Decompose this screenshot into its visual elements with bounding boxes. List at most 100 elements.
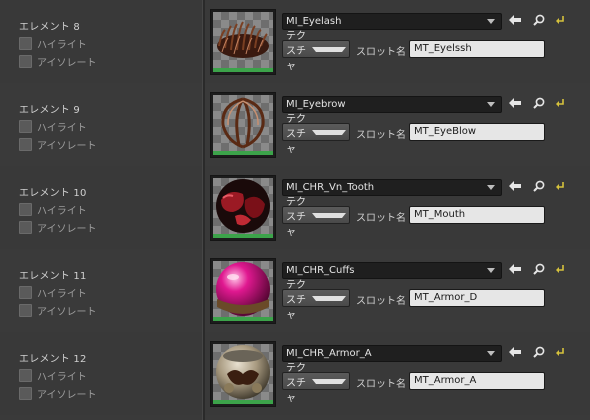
reset-to-default-button[interactable]	[553, 97, 567, 111]
material-name: MI_Eyelash	[286, 16, 342, 27]
chevron-down-icon	[487, 351, 495, 356]
material-thumbnail[interactable]	[210, 258, 276, 324]
texture-dropdown-button[interactable]: テクスチャ	[282, 280, 350, 321]
chevron-down-icon	[487, 268, 495, 273]
browse-asset-button[interactable]	[532, 346, 546, 360]
highlight-label: ハイライト	[37, 39, 87, 51]
element-properties: エレメント 9 ハイライト アイソレート	[0, 83, 202, 166]
reset-arrow-icon	[555, 347, 565, 360]
material-preview-image	[213, 261, 273, 317]
material-select[interactable]: MI_CHR_Vn_Tooth	[282, 179, 502, 196]
isolate-checkbox[interactable]	[19, 220, 32, 234]
browse-asset-button[interactable]	[532, 180, 546, 194]
slot-name-field[interactable]: MT_Armor_A	[409, 372, 545, 390]
material-select[interactable]: MI_CHR_Armor_A	[282, 345, 502, 362]
isolate-option: アイソレート	[19, 303, 97, 318]
highlight-checkbox[interactable]	[19, 202, 32, 216]
isolate-option: アイソレート	[19, 220, 97, 235]
texture-button-label: テクスチャ	[286, 279, 306, 321]
browse-asset-button[interactable]	[532, 14, 546, 28]
isolate-checkbox[interactable]	[19, 54, 32, 68]
use-selected-asset-button[interactable]	[508, 97, 522, 111]
element-title: エレメント 9	[19, 105, 80, 116]
reset-to-default-button[interactable]	[553, 14, 567, 28]
material-select[interactable]: MI_CHR_Cuffs	[282, 262, 502, 279]
material-select[interactable]: MI_Eyebrow	[282, 96, 502, 113]
chevron-down-icon	[487, 102, 495, 107]
isolate-checkbox[interactable]	[19, 137, 32, 151]
element-title: エレメント 11	[19, 271, 87, 282]
browse-asset-button[interactable]	[532, 263, 546, 277]
slot-name-label: スロット名	[356, 379, 406, 390]
reset-to-default-button[interactable]	[553, 180, 567, 194]
isolate-checkbox[interactable]	[19, 303, 32, 317]
arrow-left-icon	[509, 180, 521, 194]
texture-dropdown-button[interactable]: テクスチャ	[282, 31, 350, 72]
reset-arrow-icon	[555, 15, 565, 28]
material-thumbnail[interactable]	[210, 341, 276, 407]
texture-button-label: テクスチャ	[286, 196, 306, 238]
slot-name-field[interactable]: MT_Mouth	[409, 206, 545, 224]
browse-asset-button[interactable]	[532, 97, 546, 111]
material-element-row: エレメント 11 ハイライト アイソレート MI_CHR_Cuffs テクスチャ…	[0, 249, 590, 332]
use-selected-asset-button[interactable]	[508, 180, 522, 194]
reset-arrow-icon	[555, 181, 565, 194]
highlight-option: ハイライト	[19, 285, 87, 300]
thumbnail-accent-bar	[213, 400, 273, 404]
reset-to-default-button[interactable]	[553, 263, 567, 277]
texture-dropdown-button[interactable]: テクスチャ	[282, 197, 350, 238]
slot-name-field[interactable]: MT_Armor_D	[409, 289, 545, 307]
search-icon	[533, 14, 545, 29]
search-icon	[533, 263, 545, 278]
isolate-option: アイソレート	[19, 137, 97, 152]
material-thumbnail[interactable]	[210, 9, 276, 75]
material-element-row: エレメント 9 ハイライト アイソレート MI_Eyebrow テクスチャ スロ…	[0, 83, 590, 166]
reset-to-default-button[interactable]	[553, 346, 567, 360]
element-properties: エレメント 12 ハイライト アイソレート	[0, 332, 202, 415]
isolate-option: アイソレート	[19, 386, 97, 401]
use-selected-asset-button[interactable]	[508, 14, 522, 28]
slot-name-field[interactable]: MT_EyeBlow	[409, 123, 545, 141]
material-element-row: エレメント 8 ハイライト アイソレート MI_Eyelash テクスチャ スロ…	[0, 0, 590, 83]
material-select[interactable]: MI_Eyelash	[282, 13, 502, 30]
highlight-checkbox[interactable]	[19, 285, 32, 299]
highlight-option: ハイライト	[19, 202, 87, 217]
chevron-down-icon	[312, 129, 346, 135]
texture-button-label: テクスチャ	[286, 30, 306, 72]
material-thumbnail[interactable]	[210, 175, 276, 241]
chevron-down-icon	[487, 19, 495, 24]
isolate-label: アイソレート	[37, 140, 97, 152]
texture-button-label: テクスチャ	[286, 362, 306, 404]
highlight-checkbox[interactable]	[19, 119, 32, 133]
material-thumbnail[interactable]	[210, 92, 276, 158]
slot-name-field[interactable]: MT_Eyelssh	[409, 40, 545, 58]
element-title: エレメント 8	[19, 22, 80, 33]
search-icon	[533, 180, 545, 195]
texture-dropdown-button[interactable]: テクスチャ	[282, 114, 350, 155]
search-icon	[533, 97, 545, 112]
chevron-down-icon	[312, 378, 346, 384]
material-name: MI_CHR_Vn_Tooth	[286, 182, 375, 193]
isolate-checkbox[interactable]	[19, 386, 32, 400]
element-properties: エレメント 11 ハイライト アイソレート	[0, 249, 202, 332]
material-name: MI_CHR_Cuffs	[286, 265, 355, 276]
use-selected-asset-button[interactable]	[508, 263, 522, 277]
isolate-label: アイソレート	[37, 223, 97, 235]
thumbnail-accent-bar	[213, 234, 273, 238]
arrow-left-icon	[509, 97, 521, 111]
highlight-checkbox[interactable]	[19, 368, 32, 382]
thumbnail-accent-bar	[213, 317, 273, 321]
slot-name-label: スロット名	[356, 296, 406, 307]
texture-dropdown-button[interactable]: テクスチャ	[282, 363, 350, 404]
chevron-down-icon	[312, 46, 346, 52]
highlight-option: ハイライト	[19, 36, 87, 51]
chevron-down-icon	[312, 295, 346, 301]
highlight-label: ハイライト	[37, 122, 87, 134]
column-divider	[202, 0, 205, 420]
arrow-left-icon	[509, 263, 521, 277]
material-name: MI_Eyebrow	[286, 99, 346, 110]
use-selected-asset-button[interactable]	[508, 346, 522, 360]
element-properties: エレメント 10 ハイライト アイソレート	[0, 166, 202, 249]
highlight-checkbox[interactable]	[19, 36, 32, 50]
slot-name-label: スロット名	[356, 130, 406, 141]
